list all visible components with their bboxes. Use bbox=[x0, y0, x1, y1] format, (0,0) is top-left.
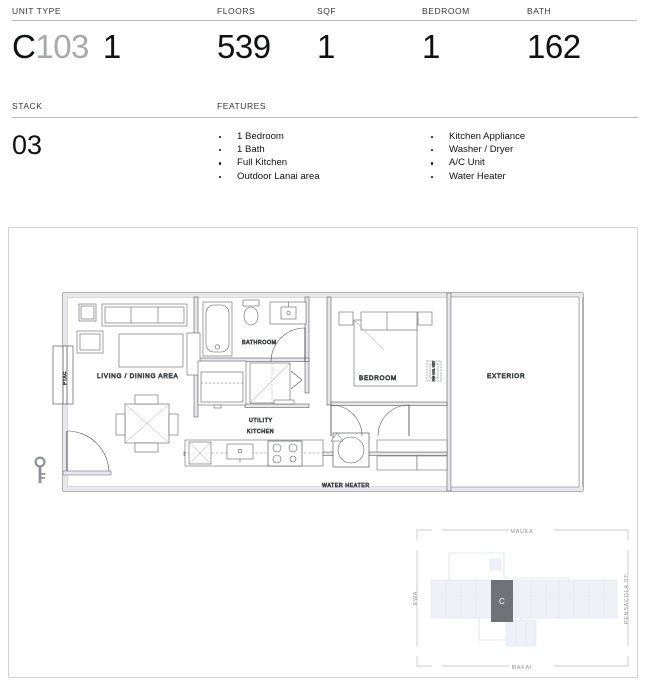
keyplan-label-ewa: EWA bbox=[413, 591, 419, 605]
room-label-utility: UTILITY bbox=[249, 418, 273, 424]
key-icon bbox=[34, 456, 46, 483]
floor-plan-drawing: PTAC LIVING / DINING AREA BATHROOM UTILI… bbox=[34, 292, 630, 671]
keyplan-marker-label: C bbox=[499, 597, 505, 606]
spec-value-sqf: 1 bbox=[317, 27, 335, 65]
spec-value-bath: 162 bbox=[527, 27, 581, 65]
exterior-lanai bbox=[450, 296, 580, 488]
ptac-label: PTAC bbox=[62, 371, 67, 385]
spec-column-bedroom: BEDROOM 1 bbox=[422, 0, 527, 63]
keyplan-label-makai: MAKAI bbox=[512, 665, 533, 671]
room-label-living: LIVING / DINING AREA bbox=[97, 373, 179, 380]
features-list-secondary: Kitchen Appliance Washer / Dryer A/C Uni… bbox=[429, 130, 525, 184]
spec-label-unit-type: UNIT TYPE bbox=[12, 6, 62, 16]
unit-type-prefix: C bbox=[12, 27, 36, 65]
keyplan-label-mauka: MAUKA bbox=[511, 529, 534, 535]
features-label: FEATURES bbox=[217, 100, 267, 111]
spec-label-sqf: SQF bbox=[317, 6, 337, 16]
fan-coil-unit-label: FAN COIL UNIT bbox=[433, 361, 436, 382]
list-item: Full Kitchen bbox=[217, 156, 429, 169]
list-item: Washer / Dryer bbox=[429, 143, 525, 156]
features-list-primary: 1 Bedroom 1 Bath Full Kitchen Outdoor La… bbox=[217, 130, 429, 184]
spec-header-row: UNIT TYPE C103 1 FLOORS 539 SQF 1 BEDROOM… bbox=[0, 0, 650, 63]
spec-column-bath: BATH 162 bbox=[527, 0, 637, 63]
info-body-row: 03 1 Bedroom 1 Bath Full Kitchen Outdoor… bbox=[0, 118, 650, 184]
unit-type-floors-count: 1 bbox=[102, 27, 121, 65]
key-plan: C MAUKA MAKAI EWA PENSACOLA ST. bbox=[413, 529, 630, 671]
spec-label-bedroom: BEDROOM bbox=[422, 6, 470, 16]
utility-washer-dryer bbox=[197, 360, 247, 409]
spec-value-bedroom: 1 bbox=[422, 27, 440, 65]
spec-column-sqf: SQF 1 bbox=[317, 0, 422, 63]
floor-plan-container: PTAC LIVING / DINING AREA BATHROOM UTILI… bbox=[8, 227, 638, 678]
spec-label-floors: FLOORS bbox=[217, 6, 256, 16]
features-cell: 1 Bedroom 1 Bath Full Kitchen Outdoor La… bbox=[217, 118, 638, 184]
unit-type-number: 103 bbox=[35, 27, 89, 65]
list-item: A/C Unit bbox=[429, 156, 525, 169]
room-label-exterior: EXTERIOR bbox=[487, 373, 525, 380]
room-label-kitchen: KITCHEN bbox=[247, 429, 274, 435]
room-label-bathroom: BATHROOM bbox=[242, 340, 277, 346]
list-item: 1 Bedroom bbox=[217, 130, 429, 143]
stack-label: STACK bbox=[12, 100, 43, 111]
keyplan-label-pensacola: PENSACOLA ST. bbox=[624, 572, 630, 624]
list-item: 1 Bath bbox=[217, 143, 429, 156]
spec-value-floors: 539 bbox=[217, 27, 271, 65]
stack-value: 03 bbox=[12, 129, 43, 160]
kitchen-fixtures bbox=[184, 439, 324, 467]
list-item: Kitchen Appliance bbox=[429, 130, 525, 143]
info-header-row: STACK FEATURES bbox=[0, 101, 650, 111]
list-item: Water Heater bbox=[429, 170, 525, 183]
stack-cell: 03 bbox=[12, 118, 217, 184]
spec-column-unit-type: UNIT TYPE C103 1 bbox=[12, 0, 217, 63]
water-heater-closet bbox=[330, 432, 370, 468]
room-label-bedroom: BEDROOM bbox=[359, 375, 397, 382]
spec-column-floors: FLOORS 539 bbox=[217, 0, 317, 63]
list-item: Outdoor Lanai area bbox=[217, 170, 429, 183]
spec-value-unit-type: C103 1 bbox=[12, 21, 217, 63]
features-lists: 1 Bedroom 1 Bath Full Kitchen Outdoor La… bbox=[217, 118, 638, 184]
spec-label-bath: BATH bbox=[527, 6, 552, 16]
water-heater-label: WATER HEATER bbox=[322, 483, 370, 489]
